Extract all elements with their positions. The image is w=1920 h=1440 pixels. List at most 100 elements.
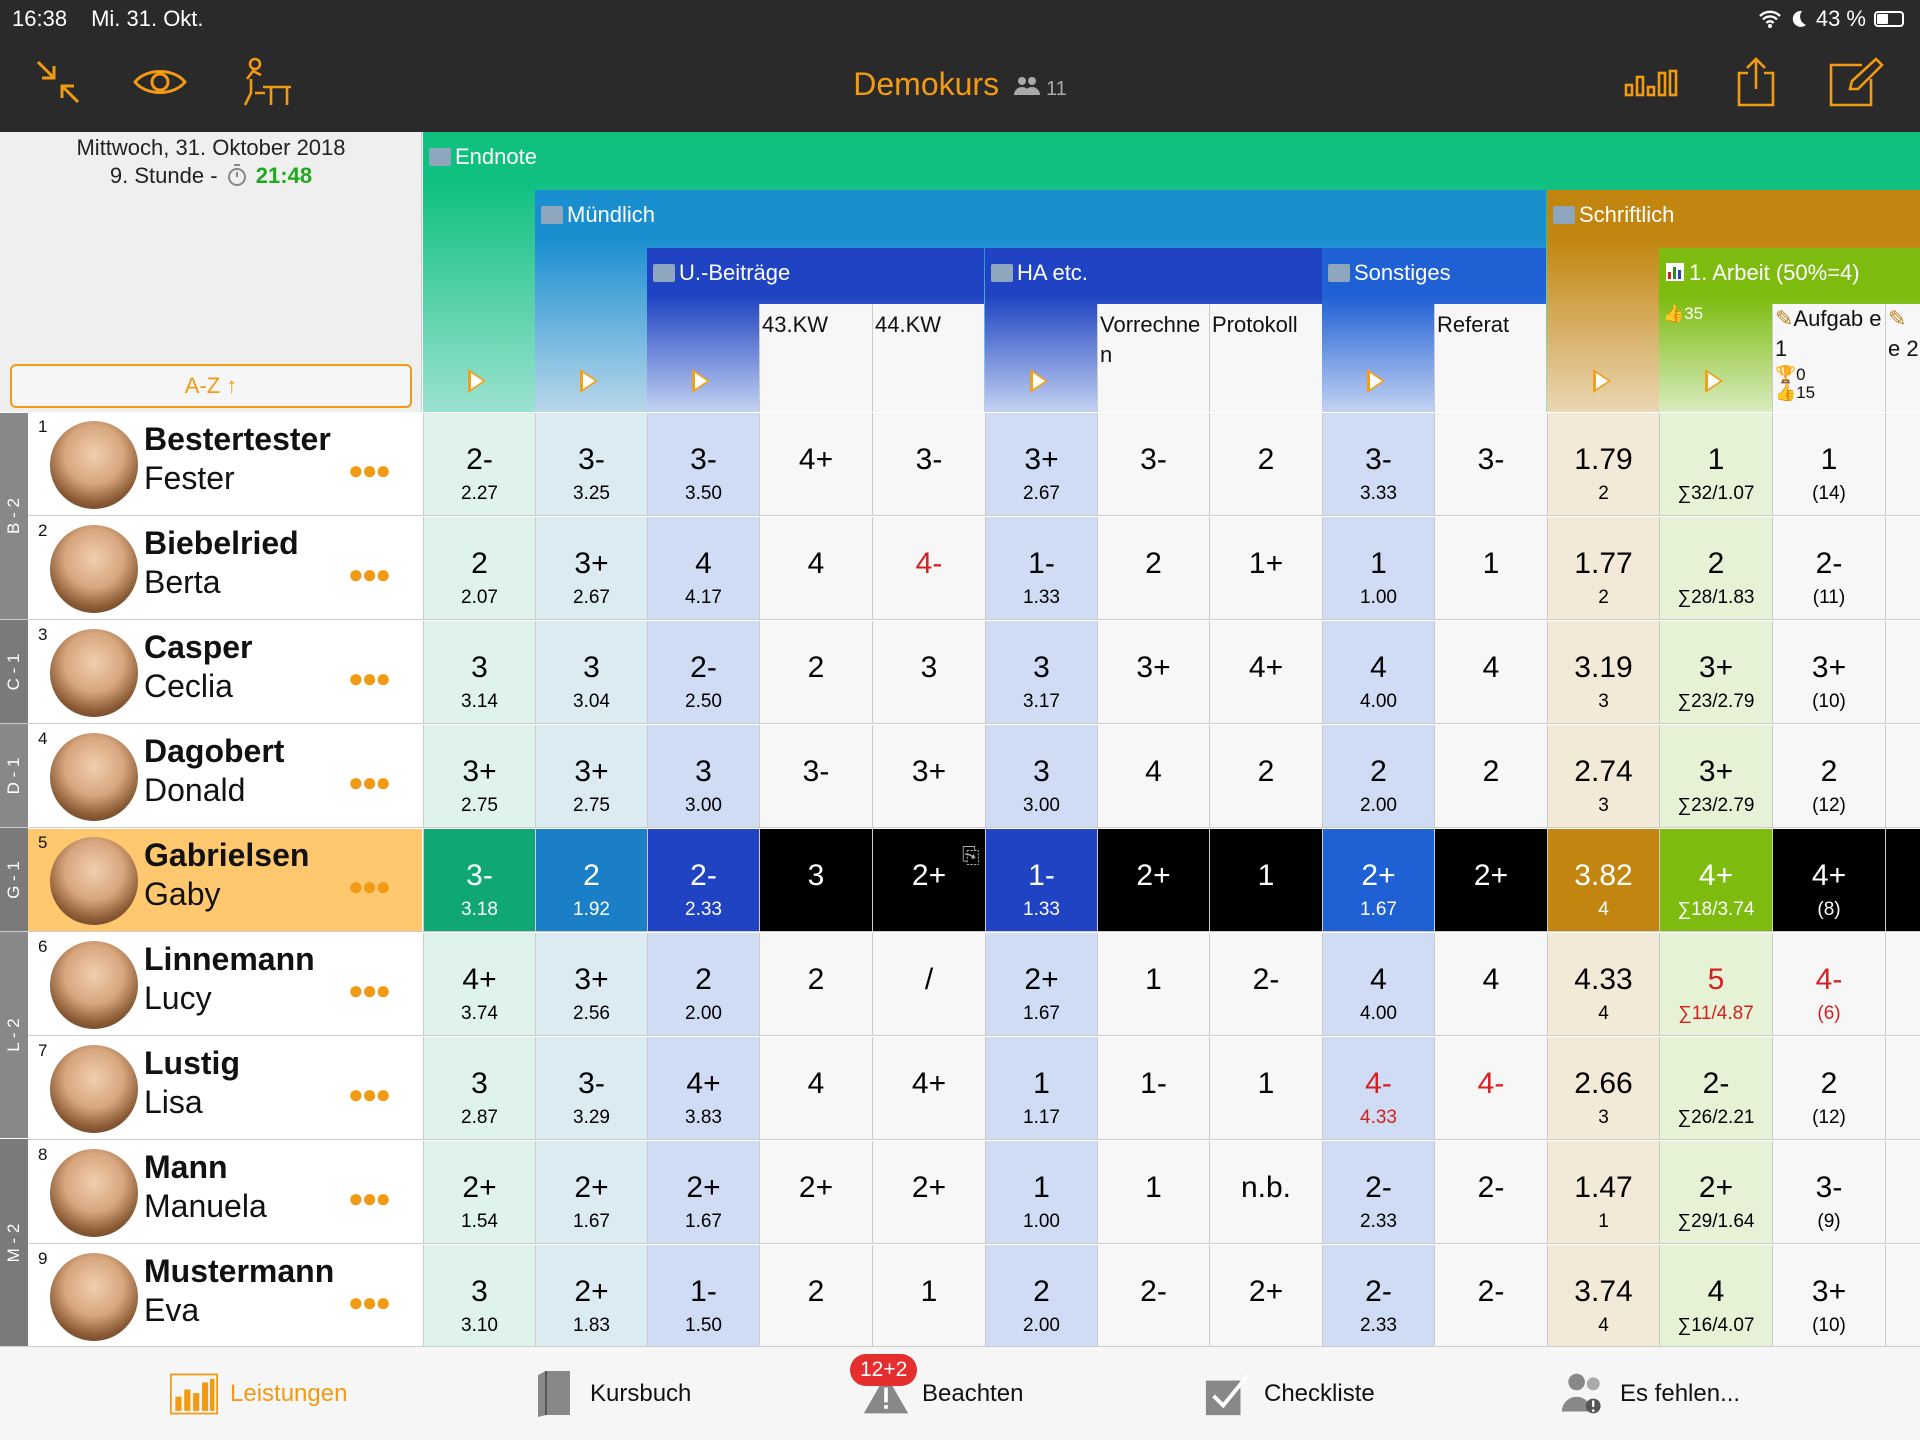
student-row[interactable]: 9 Mustermann Eva ●●● 3 3.10 2+ 1.83 1- 1.50 2 1 2 2.0… [0,1245,1920,1348]
grade-cell[interactable]: 4 4.17 [647,517,759,619]
grade-cell[interactable]: 2+ [759,1141,872,1243]
grade-cell[interactable]: 3- 3.33 [1322,413,1434,515]
grade-cell[interactable]: 3- 3.29 [535,1037,647,1139]
grade-cell[interactable]: 4 4.00 [1322,933,1434,1035]
grade-cell[interactable]: 3- 3.50 [647,413,759,515]
grade-cell[interactable]: 1 [1209,829,1322,931]
grade-cell[interactable]: 2 [759,621,872,723]
grade-cell[interactable]: 2 (12) [1772,725,1885,827]
student-name-cell[interactable]: 9 Mustermann Eva ●●● [28,1245,422,1347]
grade-cell[interactable]: 2- 2.33 [647,829,759,931]
grade-cell[interactable]: 4- 4.33 [1322,1037,1434,1139]
grade-cell[interactable]: 4+ [1209,621,1322,723]
grade-cell[interactable]: 2 [759,1245,872,1347]
grade-cell[interactable] [1885,413,1920,515]
grade-cell[interactable]: 4- [872,517,985,619]
student-name-cell[interactable]: 2 Biebelried Berta ●●● [28,517,422,619]
sort-button[interactable]: A-Z ↑ [10,364,412,408]
grade-cell[interactable]: 1 [1097,1141,1209,1243]
grade-cell[interactable]: 3.82 4 [1547,829,1659,931]
grade-cell[interactable]: 2+ ∑29/1.64 [1659,1141,1772,1243]
grade-cell[interactable]: 2+ 1.67 [1322,829,1434,931]
grade-cell[interactable]: 4- (6) [1772,933,1885,1035]
grade-cell[interactable]: 3- 3.25 [535,413,647,515]
grade-cell[interactable]: 2 (12) [1772,1037,1885,1139]
grade-cell[interactable]: 4+ [759,413,872,515]
grade-cell[interactable]: 2- [1209,933,1322,1035]
student-row[interactable]: 6 Linnemann Lucy ●●● 4+ 3.74 3+ 2.56 2 2.00 2/2+ 1.… [0,933,1920,1036]
grade-cell[interactable]: 3.19 3 [1547,621,1659,723]
grade-cell[interactable]: 2.74 3 [1547,725,1659,827]
grade-cell[interactable]: 3 3.17 [985,621,1097,723]
grade-cell[interactable]: 1.47 1 [1547,1141,1659,1243]
grade-cell[interactable]: 1.79 2 [1547,413,1659,515]
grade-cell[interactable]: 4+ ∑18/3.74 [1659,829,1772,931]
grade-cell[interactable]: 1 [1209,1037,1322,1139]
grade-cell[interactable]: 4 [1097,725,1209,827]
student-name-cell[interactable]: 5 Gabrielsen Gaby ●●● [28,829,422,931]
grade-cell[interactable] [1885,1037,1920,1139]
grade-cell[interactable]: 4+ [872,1037,985,1139]
student-name-cell[interactable]: 7 Lustig Lisa ●●● [28,1037,422,1139]
share-icon[interactable] [1724,54,1788,110]
grade-cell[interactable]: 4+ (8) [1772,829,1885,931]
more-icon[interactable]: ●●● [348,455,391,486]
student-row[interactable]: 4 Dagobert Donald ●●● 3+ 2.75 3+ 2.75 3 3.00 3- 3+ 3… [0,725,1920,828]
header-kw44[interactable]: 44.KW [872,304,984,412]
more-icon[interactable]: ●●● [348,663,391,694]
grade-cell[interactable]: 2.66 3 [1547,1037,1659,1139]
grade-cell[interactable]: 3 3.00 [647,725,759,827]
grade-cell[interactable]: 4+ 3.83 [647,1037,759,1139]
grade-cell[interactable]: 2- [1434,1245,1547,1347]
grade-cell[interactable]: 1+ [1209,517,1322,619]
grade-cell[interactable]: 2+ 1.54 [423,1141,535,1243]
grade-cell[interactable]: 3+ [1097,621,1209,723]
grade-cell[interactable]: 4 [759,1037,872,1139]
play-schriftlich-icon[interactable] [1593,369,1611,393]
header-aufgabe1[interactable]: ✎Aufgab e 1 🏆0 👍15 [1772,304,1885,412]
grade-cell[interactable]: 3- [1097,413,1209,515]
grade-cell[interactable]: 2+ [1434,829,1547,931]
grade-cell[interactable]: 4 ∑16/4.07 [1659,1245,1772,1347]
grade-cell[interactable]: 2 [1097,517,1209,619]
grade-cell[interactable]: 3- [872,413,985,515]
tab-checkliste[interactable]: Checkliste [1204,1347,1375,1440]
grade-cell[interactable]: 2 [759,933,872,1035]
header-referat[interactable]: Referat [1434,304,1546,412]
grade-cell[interactable]: 2 2.00 [1322,725,1434,827]
grade-cell[interactable]: 2 2.00 [647,933,759,1035]
student-row[interactable]: 2 Biebelried Berta ●●● 2 2.07 3+ 2.67 4 4.17 4 4- 1-… [0,517,1920,620]
grade-cell[interactable]: 2- [1097,1245,1209,1347]
grade-cell[interactable]: / [872,933,985,1035]
student-name-cell[interactable]: 1 Bestertester Fester ●●● [28,413,422,515]
grade-cell[interactable]: 4- [1434,1037,1547,1139]
grade-cell[interactable]: 3 3.04 [535,621,647,723]
grade-cell[interactable]: 4+ 3.74 [423,933,535,1035]
grade-cell[interactable]: 1 1.17 [985,1037,1097,1139]
grade-cell[interactable]: n.b. [1209,1141,1322,1243]
play-endnote-icon[interactable] [468,369,486,393]
grade-cell[interactable]: 4 4.00 [1322,621,1434,723]
grade-cell[interactable]: 2- (11) [1772,517,1885,619]
grade-cell[interactable]: 2 ∑28/1.83 [1659,517,1772,619]
grade-cell[interactable]: 5 ∑11/4.87 [1659,933,1772,1035]
student-row[interactable]: 5 Gabrielsen Gaby ●●● 3- 3.18 2 1.92 2- 2.33 3 2+ 1-… [0,829,1920,932]
grade-cell[interactable]: 3+ 2.67 [535,517,647,619]
edit-icon[interactable] [1824,54,1888,110]
grade-cell[interactable]: 3+ 2.75 [535,725,647,827]
grade-cell[interactable]: 4 [1434,621,1547,723]
grade-cell[interactable]: 1- [1097,1037,1209,1139]
grade-cell[interactable]: 1.77 2 [1547,517,1659,619]
grade-cell[interactable]: 4 [1434,933,1547,1035]
header-aufgabe2[interactable]: ✎ e 2 [1885,304,1920,412]
tab-leistungen[interactable]: Leistungen [170,1347,347,1440]
play-muendlich-icon[interactable] [580,369,598,393]
grade-cell[interactable]: 3+ 2.75 [423,725,535,827]
header-vorrechnen[interactable]: Vorrechne n [1097,304,1209,412]
grade-cell[interactable]: 3+ (10) [1772,621,1885,723]
play-ubeitraege-icon[interactable] [692,369,710,393]
more-icon[interactable]: ●●● [348,1287,391,1318]
grade-cell[interactable]: 1- 1.50 [647,1245,759,1347]
grade-cell[interactable]: 4 [759,517,872,619]
grade-cell[interactable]: 3 3.00 [985,725,1097,827]
